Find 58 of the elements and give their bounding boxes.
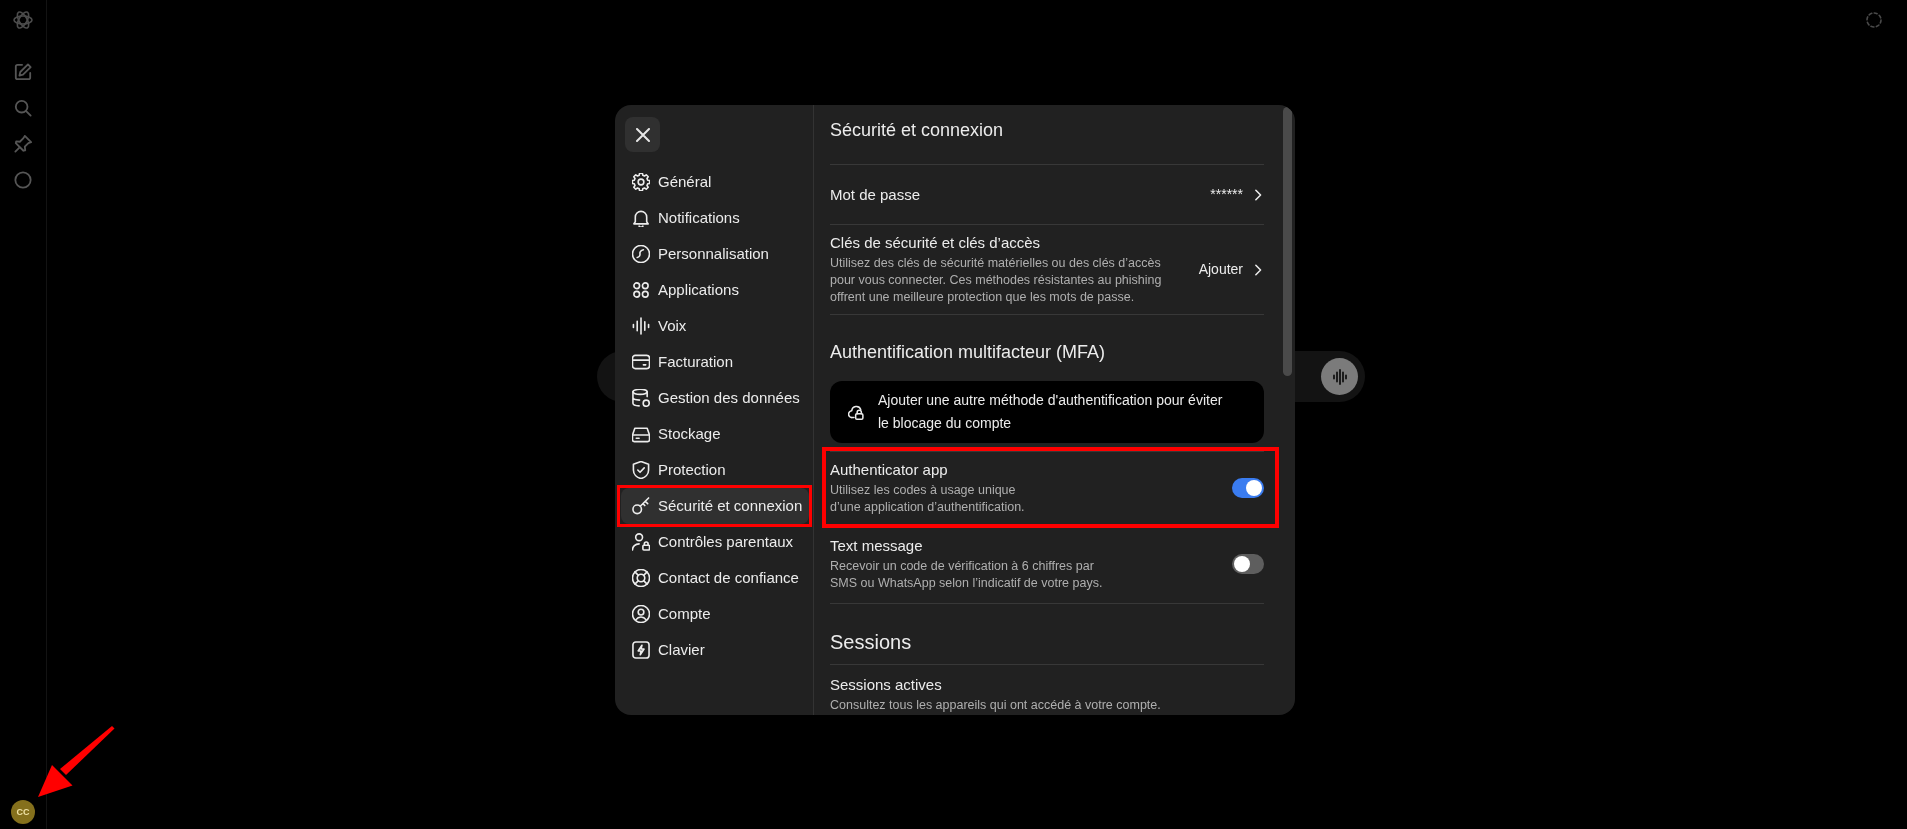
person-lock-icon: [632, 533, 650, 551]
pin-icon[interactable]: [14, 135, 32, 153]
pane-title: Sécurité et connexion: [830, 105, 1264, 165]
setting-title: Mot de passe: [830, 184, 922, 205]
setting-title: Text message: [830, 536, 924, 556]
key-icon: [632, 497, 650, 515]
database-icon: [632, 389, 650, 407]
settings-menu-item[interactable]: Contrôles parentaux: [621, 524, 809, 560]
close-button[interactable]: [625, 117, 660, 152]
settings-menu-item[interactable]: Général: [621, 164, 809, 200]
bell-icon: [632, 209, 650, 227]
section-heading: Sessions: [830, 604, 1264, 665]
waveform-icon: [1331, 368, 1348, 385]
settings-menu-item[interactable]: Gestion des données: [621, 380, 809, 416]
voice-button[interactable]: [1321, 358, 1358, 395]
settings-menu-item[interactable]: Notifications: [621, 200, 809, 236]
settings-menu-item[interactable]: Compte: [621, 596, 809, 632]
setting-title: Authenticator app: [830, 460, 949, 480]
chevron-right-icon: [1252, 263, 1264, 276]
action-link[interactable]: Ajouter: [1198, 259, 1264, 280]
four-circles-icon: [632, 281, 650, 299]
settings-menu-item[interactable]: Personnalisation: [621, 236, 809, 272]
card-icon: [632, 353, 650, 371]
setting-description: Recevoir un code de vérification à 6 chiffres par SMS ou WhatsApp selon l’indicatif de votre pays.: [830, 558, 1104, 592]
settings-menu-item[interactable]: Contact de confiance: [621, 560, 809, 596]
settings-menu-item[interactable]: Stockage: [621, 416, 809, 452]
action-link[interactable]: ******: [1210, 184, 1264, 205]
close-icon: [635, 127, 650, 142]
setting-description: Utilisez des clés de sécurité matérielles ou des clés d’accès pour vous connecter. Ces méthodes résistantes au phishing offrent une meilleure protection que les mots de passe.: [830, 255, 1163, 306]
section-heading: Authentification multifacteur (MFA): [830, 341, 1107, 364]
notice-text: Ajouter une autre méthode d'authentification pour éviter le blocage du compte: [878, 391, 1223, 433]
setting-title: Clés de sécurité et clés d’accès: [830, 233, 1042, 253]
toggle-switch[interactable]: [1232, 554, 1264, 574]
setting-description: Consultez tous les appareils qui ont accédé à votre compte.: [830, 697, 1162, 714]
chevron-right-icon: [1252, 188, 1264, 201]
edit-icon[interactable]: [14, 63, 32, 81]
logo-icon[interactable]: [13, 10, 33, 30]
scrollbar[interactable]: [1283, 107, 1292, 376]
shield-check-icon: [632, 461, 650, 479]
lifebuoy-icon: [632, 569, 650, 587]
settings-menu-item[interactable]: Clavier: [621, 632, 809, 668]
settings-menu-item[interactable]: Facturation: [621, 344, 809, 380]
avatar[interactable]: CC: [11, 800, 35, 824]
waveform-icon: [632, 317, 650, 335]
cloud-lock-icon: [848, 403, 865, 421]
drive-icon: [632, 425, 650, 443]
settings-menu-item[interactable]: Sécurité et connexion: [621, 488, 809, 524]
toggle-switch[interactable]: [1232, 478, 1264, 498]
settings-menu-item[interactable]: Applications: [621, 272, 809, 308]
circle-icon[interactable]: [14, 171, 32, 189]
setting-description: Utilisez les codes à usage unique d’une application d’authentification.: [830, 482, 1026, 516]
bolt-square-icon: [632, 641, 650, 659]
search-icon[interactable]: [14, 99, 32, 117]
setting-title: Sessions actives: [830, 675, 943, 695]
settings-menu-item[interactable]: Voix: [621, 308, 809, 344]
dashed-circle-icon[interactable]: [1866, 12, 1882, 28]
settings-menu-item[interactable]: Protection: [621, 452, 809, 488]
gear-icon: [632, 173, 650, 191]
